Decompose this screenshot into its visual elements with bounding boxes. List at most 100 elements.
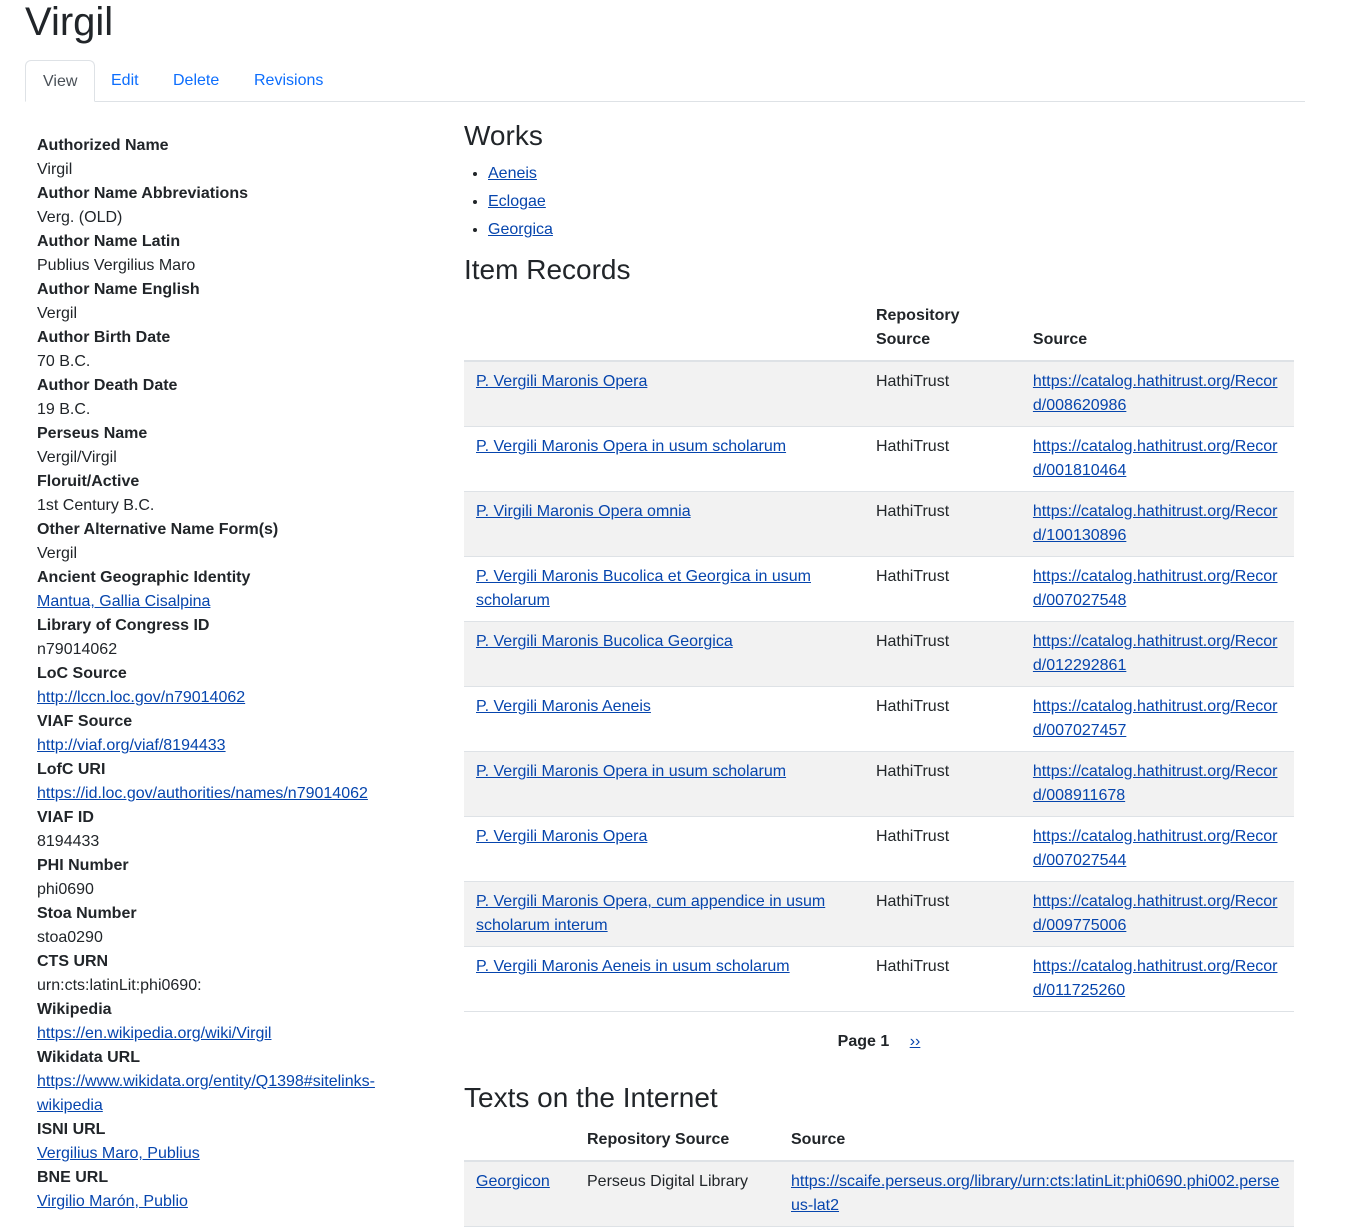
tab-delete[interactable]: Delete	[156, 60, 236, 101]
table-row: P. Vergili Maronis Opera in usum scholar…	[464, 426, 1294, 492]
author-fields: Authorized Name Virgil Author Name Abbre…	[37, 134, 427, 1214]
viaf-source-link[interactable]: http://viaf.org/viaf/8194433	[37, 737, 226, 754]
record-title-link[interactable]: P. Vergili Maronis Opera in usum scholar…	[476, 763, 786, 780]
field-label: Wikidata URL	[37, 1049, 140, 1066]
field-value: 19 B.C.	[37, 401, 91, 418]
repository-cell: HathiTrust	[863, 426, 1021, 492]
works-heading: Works	[464, 120, 543, 151]
field-value: n79014062	[37, 641, 118, 658]
record-title-link[interactable]: P. Vergili Maronis Bucolica Georgica	[476, 633, 733, 650]
field-value: stoa0290	[37, 929, 103, 946]
field-label: PHI Number	[37, 857, 129, 874]
record-source-link[interactable]: https://catalog.hathitrust.org/Record/01…	[1033, 633, 1278, 674]
field-label: Author Name Abbreviations	[37, 185, 248, 202]
repository-cell: HathiTrust	[863, 816, 1021, 882]
page-title: Virgil	[25, 0, 114, 44]
table-row: P. Vergili Maronis Opera HathiTrust http…	[464, 361, 1294, 427]
work-link[interactable]: Eclogae	[488, 193, 546, 210]
pager-current-page: Page 1	[837, 1033, 890, 1050]
list-item: Georgica	[488, 216, 1294, 244]
works-list: Aeneis Eclogae Georgica	[464, 160, 1294, 244]
item-records-heading: Item Records	[464, 254, 631, 285]
texts-heading: Texts on the Internet	[464, 1082, 718, 1113]
pager: Page 1 ››	[464, 1030, 1294, 1054]
table-row: P. Vergili Maronis Aeneis HathiTrust htt…	[464, 686, 1294, 752]
table-header-row: Repository Source Source	[464, 304, 1294, 362]
field-value: urn:cts:latinLit:phi0690:	[37, 977, 202, 994]
repository-cell: Perseus Digital Library	[575, 1161, 779, 1227]
loc-source-link[interactable]: http://lccn.loc.gov/n79014062	[37, 689, 245, 706]
text-source-link[interactable]: https://scaife.perseus.org/library/urn:c…	[791, 1173, 1279, 1214]
pager-next-link[interactable]: ››	[910, 1033, 921, 1050]
field-value: 8194433	[37, 833, 100, 850]
list-item: Aeneis	[488, 160, 1294, 188]
table-row: P. Vergili Maronis Bucolica et Georgica …	[464, 556, 1294, 622]
wikipedia-link[interactable]: https://en.wikipedia.org/wiki/Virgil	[37, 1025, 271, 1042]
field-value: Verg. (OLD)	[37, 209, 123, 226]
field-label: Authorized Name	[37, 137, 169, 154]
record-title-link[interactable]: P. Vergili Maronis Bucolica et Georgica …	[476, 568, 811, 609]
column-header: Repository Source	[575, 1128, 779, 1162]
record-title-link[interactable]: P. Vergili Maronis Opera	[476, 828, 647, 845]
lofc-uri-link[interactable]: https://id.loc.gov/authorities/names/n79…	[37, 785, 368, 802]
table-row: P. Virgili Maronis Opera omnia HathiTrus…	[464, 491, 1294, 557]
repository-cell: HathiTrust	[863, 751, 1021, 817]
field-label: VIAF ID	[37, 809, 94, 826]
record-title-link[interactable]: P. Vergili Maronis Opera	[476, 373, 647, 390]
column-header	[464, 1128, 575, 1162]
record-source-link[interactable]: https://catalog.hathitrust.org/Record/01…	[1033, 958, 1278, 999]
work-link[interactable]: Georgica	[488, 221, 553, 238]
tab-revisions[interactable]: Revisions	[237, 60, 340, 101]
repository-cell: HathiTrust	[863, 686, 1021, 752]
bne-link[interactable]: Virgilio Marón, Publio	[37, 1193, 188, 1210]
field-value: Vergil	[37, 545, 78, 562]
record-source-link[interactable]: https://catalog.hathitrust.org/Record/10…	[1033, 503, 1278, 544]
table-row: P. Vergili Maronis Opera in usum scholar…	[464, 751, 1294, 817]
record-source-link[interactable]: https://catalog.hathitrust.org/Record/00…	[1033, 763, 1278, 804]
field-value: Vergil	[37, 305, 78, 322]
repository-cell: HathiTrust	[863, 881, 1021, 947]
repository-cell: HathiTrust	[863, 556, 1021, 622]
field-label: Author Name English	[37, 281, 200, 298]
isni-link[interactable]: Vergilius Maro, Publius	[37, 1145, 200, 1162]
repository-cell: HathiTrust	[863, 946, 1021, 1012]
table-row: P. Vergili Maronis Aeneis in usum schola…	[464, 946, 1294, 1012]
record-source-link[interactable]: https://catalog.hathitrust.org/Record/00…	[1033, 698, 1278, 739]
field-label: Ancient Geographic Identity	[37, 569, 251, 586]
tab-view[interactable]: View	[25, 60, 96, 102]
repository-cell: HathiTrust	[863, 491, 1021, 557]
record-source-link[interactable]: https://catalog.hathitrust.org/Record/00…	[1033, 438, 1278, 479]
field-label: Other Alternative Name Form(s)	[37, 521, 279, 538]
field-label: Author Birth Date	[37, 329, 171, 346]
record-title-link[interactable]: P. Vergili Maronis Aeneis	[476, 698, 651, 715]
repository-cell: HathiTrust	[863, 361, 1021, 427]
record-title-link[interactable]: P. Vergili Maronis Opera in usum scholar…	[476, 438, 786, 455]
field-value: phi0690	[37, 881, 94, 898]
work-link[interactable]: Aeneis	[488, 165, 537, 182]
record-source-link[interactable]: https://catalog.hathitrust.org/Record/00…	[1033, 373, 1278, 414]
tab-edit[interactable]: Edit	[94, 60, 156, 101]
record-title-link[interactable]: P. Vergili Maronis Opera, cum appendice …	[476, 893, 825, 934]
record-title-link[interactable]: P. Vergili Maronis Aeneis in usum schola…	[476, 958, 790, 975]
record-source-link[interactable]: https://catalog.hathitrust.org/Record/00…	[1033, 893, 1278, 934]
field-label: BNE URL	[37, 1169, 109, 1186]
texts-table: Repository Source Source Georgicon Perse…	[464, 1128, 1294, 1227]
field-label: Stoa Number	[37, 905, 137, 922]
field-value: 70 B.C.	[37, 353, 91, 370]
column-header	[464, 304, 864, 362]
field-label: Library of Congress ID	[37, 617, 210, 634]
column-header: Source	[1020, 304, 1294, 362]
record-source-link[interactable]: https://catalog.hathitrust.org/Record/00…	[1033, 568, 1278, 609]
geographic-identity-link[interactable]: Mantua, Gallia Cisalpina	[37, 593, 210, 610]
field-label: Author Name Latin	[37, 233, 181, 250]
text-title-link[interactable]: Georgicon	[476, 1173, 550, 1190]
field-label: LofC URI	[37, 761, 106, 778]
tab-bar: View Edit Delete Revisions	[25, 60, 1305, 102]
field-value: Vergil/Virgil	[37, 449, 117, 466]
wikidata-link[interactable]: https://www.wikidata.org/entity/Q1398#si…	[37, 1073, 375, 1114]
record-title-link[interactable]: P. Virgili Maronis Opera omnia	[476, 503, 691, 520]
record-source-link[interactable]: https://catalog.hathitrust.org/Record/00…	[1033, 828, 1278, 869]
field-value: Virgil	[37, 161, 73, 178]
table-header-row: Repository Source Source	[464, 1128, 1294, 1162]
repository-cell: HathiTrust	[863, 621, 1021, 687]
